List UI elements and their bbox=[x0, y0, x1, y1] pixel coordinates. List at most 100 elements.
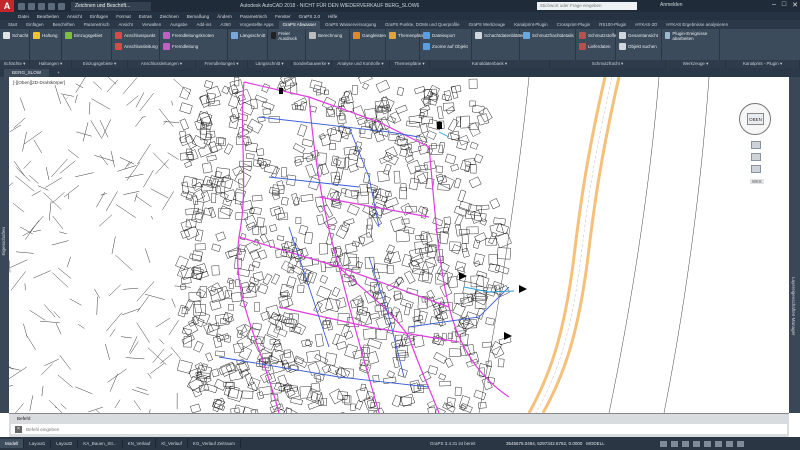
new-icon[interactable] bbox=[18, 2, 25, 10]
app-logo-icon[interactable]: A bbox=[0, 0, 14, 12]
ribbon-button[interactable]: Objekt suchen bbox=[619, 42, 657, 51]
customize-icon[interactable] bbox=[737, 440, 744, 447]
ribbon-button[interactable]: Anschlussleitung bbox=[115, 42, 158, 51]
close-icon[interactable]: × bbox=[15, 425, 22, 433]
ribbon-tab[interactable]: GraPS Punkte, DOMs und Querprofile bbox=[381, 21, 463, 29]
panel-label[interactable]: Analyse und Kontrolle ▾ bbox=[332, 60, 390, 68]
layout-tab[interactable]: Modell bbox=[0, 439, 25, 448]
panel-label[interactable]: Werkzeuge ▾ bbox=[666, 60, 726, 68]
undo-icon[interactable] bbox=[48, 2, 55, 10]
panel-label[interactable]: Haltungen ▾ bbox=[30, 60, 72, 68]
ribbon-tab[interactable]: Beschriften bbox=[49, 21, 79, 29]
panel-label[interactable]: Themenpläne ▾ bbox=[390, 60, 430, 68]
ribbon-tab[interactable]: Ansicht bbox=[114, 21, 136, 29]
ribbon-button[interactable]: Schachtdatenblätter bbox=[475, 31, 524, 40]
grid-icon[interactable] bbox=[660, 440, 667, 447]
ribbon-tab[interactable]: GraPS Werkzeuge bbox=[465, 21, 510, 29]
panel-label[interactable]: Schmutzfracht ▾ bbox=[550, 60, 666, 68]
zoom-icon[interactable] bbox=[751, 153, 761, 161]
ribbon-button[interactable]: Fremdleitung bbox=[163, 42, 198, 51]
redo-icon[interactable] bbox=[58, 2, 65, 10]
ribbon-button[interactable]: Plugin-Ereignisse abarbeiten bbox=[665, 31, 716, 41]
ribbon-tab[interactable]: Start bbox=[4, 21, 21, 29]
pan-icon[interactable] bbox=[751, 141, 761, 149]
ribbon-tab[interactable]: Parametrisch bbox=[80, 21, 114, 29]
open-icon[interactable] bbox=[28, 2, 35, 10]
close-icon[interactable]: ✕ bbox=[792, 1, 798, 9]
layout-tab[interactable]: KN_Verlauf bbox=[123, 439, 157, 448]
menu-item[interactable]: Datei bbox=[18, 14, 29, 19]
polar-icon[interactable] bbox=[693, 440, 700, 447]
minimize-icon[interactable]: – bbox=[772, 1, 776, 9]
menu-item[interactable]: Extras bbox=[139, 14, 152, 19]
ribbon-button[interactable]: Schmutzstoffe bbox=[579, 31, 616, 40]
ribbon-tab[interactable]: Einfügen bbox=[22, 21, 47, 29]
sign-in-button[interactable]: Anmelden bbox=[660, 2, 683, 8]
menu-item[interactable]: Ansicht bbox=[67, 14, 82, 19]
ribbon-button[interactable]: Berechnung bbox=[309, 31, 342, 40]
ribbon-button[interactable]: Schmutzfrachtdetails bbox=[523, 31, 574, 40]
menu-item[interactable]: Zeichnen bbox=[160, 14, 179, 19]
menu-item[interactable]: Parametrisch bbox=[240, 14, 267, 19]
menu-item[interactable]: Bearbeiten bbox=[37, 14, 59, 19]
save-icon[interactable] bbox=[38, 2, 45, 10]
workspace-icon[interactable] bbox=[726, 440, 733, 447]
ribbon-tab[interactable]: Verwalten bbox=[138, 21, 165, 29]
ribbon-button[interactable]: Fremdleitungsknoten bbox=[163, 31, 214, 40]
layout-tab[interactable]: KG_Verlauf Zeitraum bbox=[188, 439, 241, 448]
layout-tab[interactable]: KA_Bauen_Str... bbox=[78, 439, 123, 448]
panel-label[interactable]: Schächte ▾ bbox=[0, 60, 30, 68]
panel-label[interactable]: Kanaldatenbank ▾ bbox=[430, 60, 550, 68]
menu-item[interactable]: GraPS 2.0 bbox=[299, 14, 320, 19]
panel-label[interactable]: Längsschnitt ▾ bbox=[248, 60, 292, 68]
layout-tab[interactable]: Kl_Verlauf bbox=[156, 439, 188, 448]
maximize-icon[interactable]: □ bbox=[782, 1, 786, 9]
ribbon-button[interactable]: Lieferdaten bbox=[579, 42, 611, 51]
ribbon-tab[interactable]: Vorgestellte Apps bbox=[236, 21, 278, 29]
osnap-icon[interactable] bbox=[704, 440, 711, 447]
ribbon-tab[interactable]: GraPS Abwasser bbox=[278, 21, 321, 29]
ribbon-tab[interactable]: GraPS Wasserversorgung bbox=[321, 21, 380, 29]
menu-item[interactable]: Ändern bbox=[217, 14, 232, 19]
layout-tab[interactable]: Layout2 bbox=[51, 439, 79, 448]
ribbon-tab[interactable]: HYKAS-2D bbox=[631, 21, 661, 29]
ribbon-button[interactable]: Einzugsgebiet bbox=[65, 31, 102, 40]
model-space-toggle[interactable]: MODELL bbox=[586, 441, 605, 446]
ribbon-button[interactable]: Haltung bbox=[33, 31, 58, 40]
view-cube[interactable]: OBEN bbox=[739, 103, 771, 135]
ribbon-button[interactable]: Schacht bbox=[3, 31, 28, 40]
menu-item[interactable]: Fenster bbox=[275, 14, 291, 19]
ribbon-tab[interactable]: A360 bbox=[216, 21, 234, 29]
command-input[interactable]: Befehl eingeben bbox=[26, 427, 59, 432]
drawing-canvas[interactable]: [-][Oben][2D-Drahtkörper] OBEN WKS bbox=[9, 77, 789, 413]
panel-label[interactable]: Sonderbauwerke ▾ bbox=[292, 60, 332, 68]
snap-icon[interactable] bbox=[671, 440, 678, 447]
ribbon-tab[interactable]: Kanalprint-Plugin bbox=[510, 21, 551, 29]
ribbon-button[interactable]: Anschlusspunkt bbox=[115, 31, 156, 40]
layer-manager-palette[interactable]: Layereigenschaften-Manager bbox=[789, 77, 800, 413]
viewport-controls[interactable]: [-][Oben][2D-Drahtkörper] bbox=[13, 80, 65, 85]
ribbon-button[interactable]: Gangleisten bbox=[353, 31, 386, 40]
layout-tab[interactable]: Layout1 bbox=[24, 439, 52, 448]
ribbon-button[interactable]: Längsschnitt bbox=[231, 31, 265, 40]
orbit-icon[interactable] bbox=[751, 165, 761, 173]
menu-item[interactable]: Format bbox=[116, 14, 131, 19]
ribbon-button[interactable]: Zoome auf Objekt bbox=[423, 42, 468, 51]
ribbon-tab[interactable]: RS100-Plugin bbox=[595, 21, 630, 29]
ortho-icon[interactable] bbox=[682, 440, 689, 447]
new-tab-button[interactable]: + bbox=[49, 69, 68, 77]
document-tab[interactable]: BERG_SLOW bbox=[4, 69, 50, 77]
properties-palette[interactable]: Eigenschaften bbox=[0, 77, 9, 413]
menu-item[interactable]: Bemaßung bbox=[187, 14, 209, 19]
ribbon-button[interactable]: Freier Ausdruck bbox=[271, 31, 302, 41]
ribbon-button[interactable]: Dateiexport bbox=[423, 31, 455, 40]
ribbon-tab[interactable]: Crossprint-Plugin bbox=[553, 21, 595, 29]
search-input[interactable]: Stichwort oder Frage eingeben bbox=[537, 2, 637, 10]
wcs-menu[interactable]: WKS bbox=[750, 179, 764, 184]
panel-label[interactable]: Kanalprint - Plugin ▾ bbox=[726, 60, 800, 68]
ribbon-button[interactable]: Gesamtansicht bbox=[619, 31, 658, 40]
menu-item[interactable]: Hilfe bbox=[328, 14, 337, 19]
ribbon-tab[interactable]: Ausgabe bbox=[166, 21, 191, 29]
panel-label[interactable]: Fremdleitungen ▾ bbox=[196, 60, 248, 68]
ribbon-tab[interactable]: HYKAS Ergebnisse analysieren bbox=[662, 21, 732, 29]
